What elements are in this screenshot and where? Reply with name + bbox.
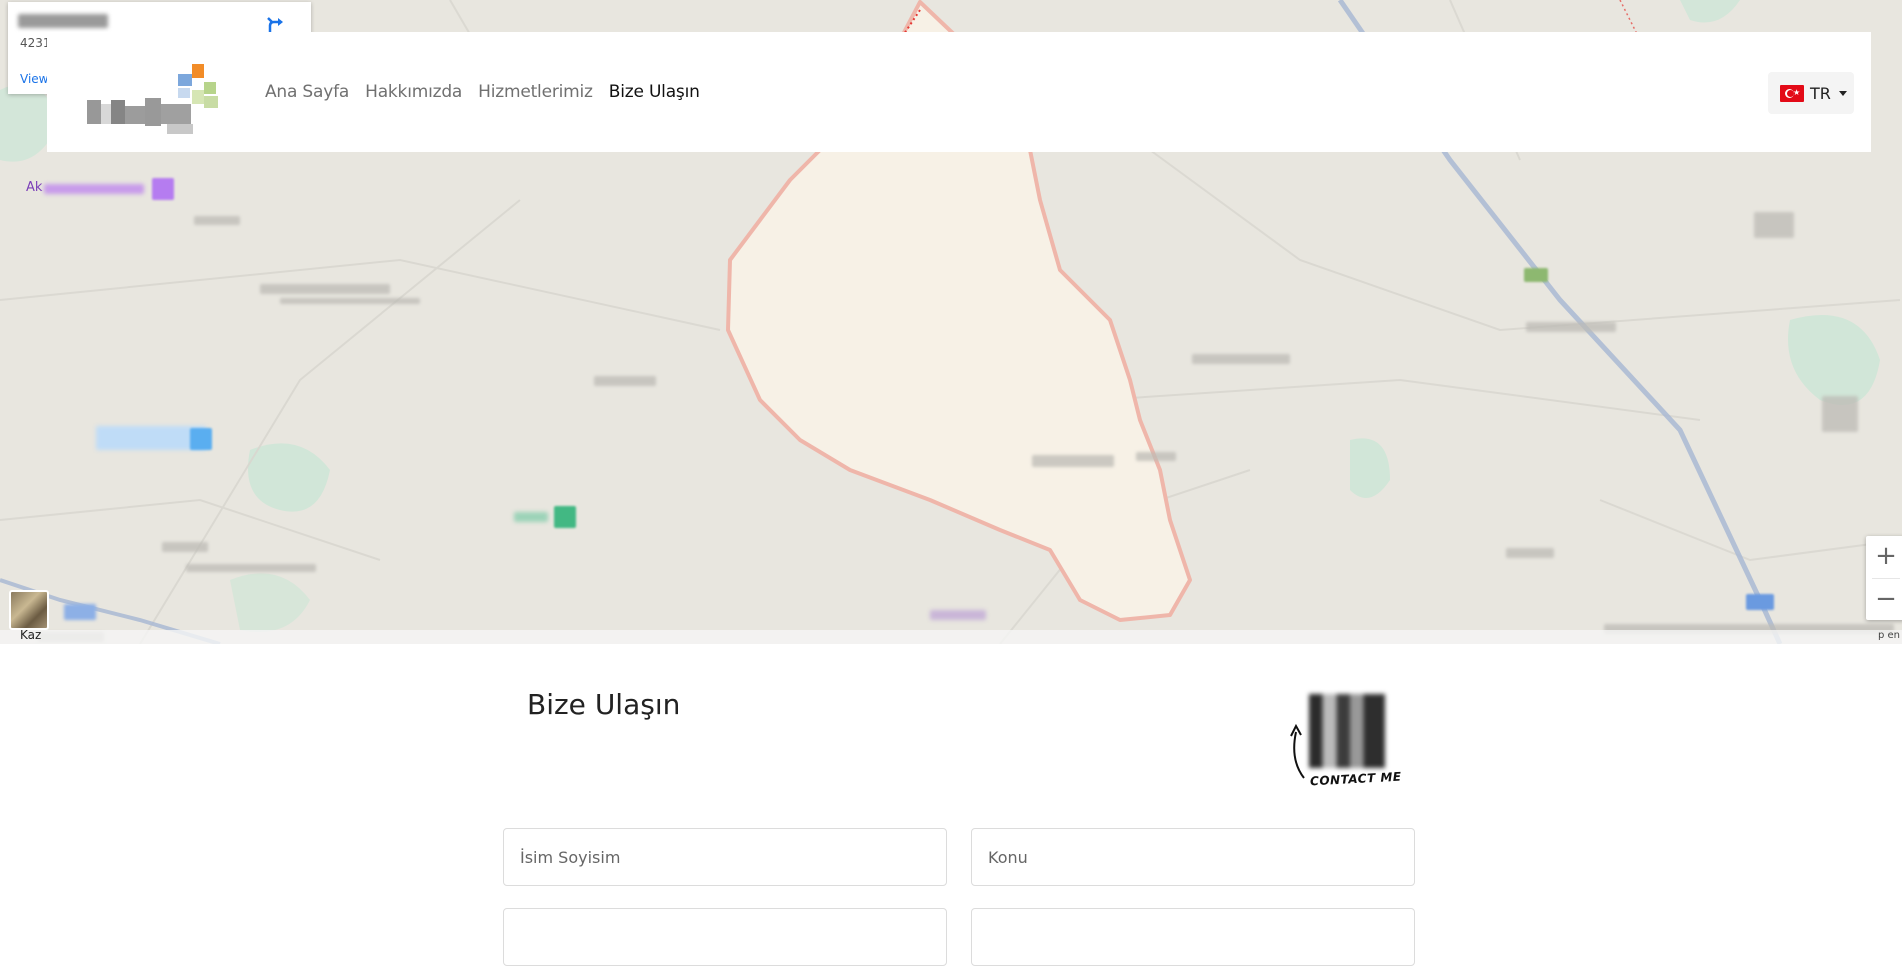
map-label [162,542,208,552]
map-label [1032,455,1114,467]
map-label [280,298,420,304]
nav-link-about[interactable]: Hakkımızda [357,82,470,102]
map-zoom-control: + − [1866,536,1902,620]
park-area [1680,0,1740,23]
map-poi-label [514,512,548,522]
map-poi-marker[interactable] [1524,268,1548,282]
park-area [1350,438,1390,498]
place-name [18,14,108,28]
map-poi-marker[interactable] [554,506,576,528]
view-larger-map-link[interactable]: View [20,72,48,86]
park-area [248,443,330,512]
subject-field[interactable] [971,828,1415,886]
park-area [1788,315,1880,405]
map-label [260,284,390,294]
street-view-thumbnail[interactable] [9,590,49,630]
map-purple-label[interactable]: Ak [26,180,42,195]
map-label [194,216,240,225]
map-poi-label [930,610,986,620]
qr-caption: CONTACT ME [1309,769,1402,789]
map-label [1754,212,1794,238]
page-title: Bize Ulaşın [527,688,681,721]
zoom-out-button[interactable]: − [1866,579,1902,621]
map-label [1506,548,1554,558]
map-poi-label [44,184,144,194]
nav-link-services[interactable]: Hizmetlerimiz [470,82,601,102]
map-poi-marker[interactable] [64,604,96,620]
place-address: 4231 [20,36,51,50]
map-attribution-text[interactable]: p en [1878,630,1900,641]
map-label [594,376,656,386]
map-label [186,564,316,572]
map-label [1822,396,1858,432]
park-area [230,573,310,632]
nav-link-home[interactable]: Ana Sayfa [257,82,357,102]
name-field[interactable] [503,828,947,886]
site-navbar: Ana Sayfa Hakkımızda Hizmetlerimiz Bize … [47,32,1871,152]
zoom-in-button[interactable]: + [1866,536,1902,578]
brand-logo[interactable] [67,46,227,138]
language-code: TR [1810,83,1831,103]
chevron-down-icon [1838,90,1847,96]
phone-field[interactable] [971,908,1415,966]
map-poi-marker[interactable] [190,428,212,450]
map-attribution-bar [0,630,1902,644]
turkey-flag-icon: ★ [1780,84,1804,102]
contact-qr-block[interactable]: CONTACT ME [1288,690,1402,794]
map-label [1136,452,1176,461]
email-field[interactable] [503,908,947,966]
map-corner-label: Kaz [20,628,42,642]
main-nav: Ana Sayfa Hakkımızda Hizmetlerimiz Bize … [257,82,708,102]
map-poi-marker[interactable] [152,178,174,200]
language-dropdown[interactable]: ★ TR [1768,72,1854,114]
qr-code-image[interactable] [1309,694,1385,768]
map-poi-marker[interactable] [1746,594,1774,610]
nav-link-contact[interactable]: Bize Ulaşın [601,82,708,102]
map-label [1526,322,1616,332]
map-label [1192,354,1290,364]
